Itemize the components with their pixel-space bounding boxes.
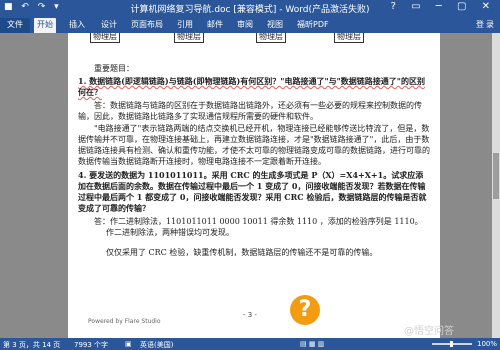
question-1: 1. 数据链路(即逻辑链路)与链路(即物理链路)有何区别？"电路接通了"与"数据… [78, 76, 430, 98]
tab-view[interactable]: 视图 [264, 18, 286, 33]
layer-diagram: 物理层 物理层 物理层 物理层 [78, 33, 378, 51]
page-number: - 3 - [243, 311, 257, 319]
tab-page-layout[interactable]: 页面布局 [128, 18, 166, 33]
question-4: 4. 要发送的数据为 1101011011。采用 CRC 的生成多项式是 P（X… [78, 170, 427, 213]
diagram-box: 物理层 [334, 33, 364, 43]
word-count[interactable]: 7993 个字 [74, 340, 108, 350]
diagram-box: 物理层 [256, 33, 286, 43]
document-page[interactable]: 物理层 物理层 物理层 物理层 重要题目： 1. 数据链路(即逻辑链路)与链路(… [68, 33, 440, 338]
zoom-slider-knob[interactable] [450, 341, 453, 347]
view-buttons[interactable]: ▤ ▦ ▥ [300, 340, 324, 348]
answer-1-continued: "电路接通了"表示链路两端的结点交换机已经开机，物理连接已经能够传送比特流了，但… [78, 124, 430, 166]
page-footer: Powered by Flare Studio [88, 318, 161, 325]
diagram-box: 物理层 [174, 33, 204, 43]
answer-4-b: 作二进制除法，两种错误均可发现。 [106, 228, 234, 237]
answer-1: 答：数据链路与链路的区别在于数据链路出链路外，还必须有一些必要的规程来控制数据的… [78, 101, 422, 121]
tab-foxit-pdf[interactable]: 福昕PDF [294, 18, 332, 33]
zoom-level[interactable]: 100% [477, 340, 497, 348]
sign-in-link[interactable]: 登录 [476, 19, 496, 30]
status-bar: 第 3 页，共 14 页 7993 个字 ▣ 英语(美国) ▤ ▦ ▥ 100% [0, 338, 500, 350]
vertical-scrollbar[interactable] [492, 33, 500, 338]
language-indicator[interactable]: 英语(美国) [140, 340, 173, 350]
diagram-box: 物理层 [90, 33, 120, 43]
scrollbar-thumb[interactable] [493, 153, 499, 199]
proofing-icon[interactable]: ▣ [125, 340, 132, 348]
answer-4-c: 仅仅采用了 CRC 检验，缺重传机制，数据链路层的传输还不是可靠的传输。 [106, 248, 378, 257]
tab-references[interactable]: 引用 [174, 18, 196, 33]
watermark: @悟空问答 [404, 326, 454, 337]
tab-mailings[interactable]: 邮件 [204, 18, 226, 33]
question-mark-icon: ? [290, 295, 320, 325]
window-controls[interactable]: ? ▭ ─ ▢ ✕ [391, 1, 496, 12]
question-1-text: 1. 数据链路(即逻辑链路)与链路(即物理链路)有何区别？"电路接通了"与"数据… [78, 76, 425, 97]
tab-review[interactable]: 审阅 [234, 18, 256, 33]
section-heading: 重要题目： [94, 64, 134, 73]
document-body: 重要题目： 1. 数据链路(即逻辑链路)与链路(即物理链路)有何区别？"电路接通… [78, 63, 430, 258]
title-bar: ■ ↶ ↷ ▾ 计算机网络复习导航.doc [兼容模式] - Word(产品激活… [0, 0, 500, 16]
tab-file[interactable]: 文件 [0, 18, 30, 33]
tab-insert[interactable]: 插入 [66, 18, 88, 33]
answer-4: 答：作二进制除法，1101011011 0000 10011 得余数 1110 … [94, 217, 423, 226]
page-indicator[interactable]: 第 3 页，共 14 页 [3, 340, 60, 350]
tab-design[interactable]: 设计 [98, 18, 120, 33]
tab-home[interactable]: 开始 [34, 18, 56, 33]
ribbon-tabs: 文件 开始 插入 设计 页面布局 引用 邮件 审阅 视图 福昕PDF 登录 [0, 16, 500, 33]
